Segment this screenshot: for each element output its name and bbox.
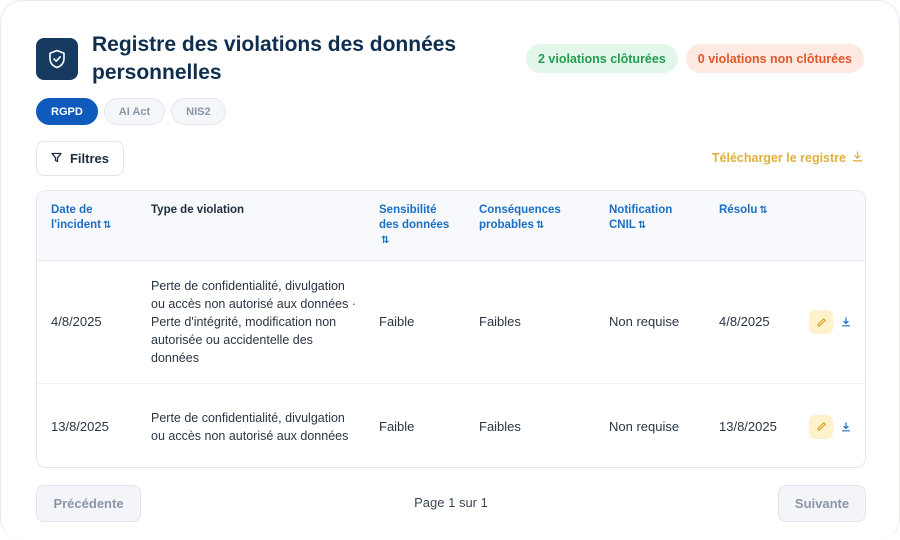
column-header-resolved[interactable]: Résolu ⇅ — [719, 203, 799, 218]
tab-ai-act[interactable]: AI Act — [103, 98, 166, 125]
violations-table: Date de l'incident ⇅ Type de violation Se… — [36, 190, 866, 468]
column-header-type: Type de violation — [151, 204, 245, 216]
cell-sensitivity: Faible — [379, 314, 415, 329]
download-icon — [841, 421, 851, 431]
cell-notification: Non requise — [609, 418, 680, 434]
status-badges: 2 violations clôturées 0 violations non … — [525, 44, 864, 73]
table-row: 13/8/2025 Perte de confidentialité, divu… — [37, 384, 865, 467]
page-title: Registre des violations des données pers… — [92, 33, 457, 84]
shield-check-icon — [36, 38, 78, 80]
closed-violations-badge: 2 violations clôturées — [525, 44, 678, 73]
cell-date: 13/8/2025 — [51, 418, 109, 434]
table-header: Date de l'incident ⇅ Type de violation Se… — [37, 191, 865, 261]
sort-arrows-icon: ⇅ — [103, 220, 112, 231]
pencil-icon — [816, 422, 826, 431]
filter-icon — [51, 151, 62, 166]
pencil-icon — [816, 317, 826, 327]
cell-date: 4/8/2025 — [51, 314, 102, 329]
download-icon — [852, 151, 863, 165]
tab-rgpd[interactable]: RGPD — [36, 98, 98, 125]
cell-resolved: 4/8/2025 — [719, 314, 770, 329]
cell-resolved: 13/8/2025 — [719, 418, 777, 434]
sort-arrows-icon: ⇅ — [637, 220, 647, 231]
cell-type: Perte de confidentialité, divulgation ou… — [151, 279, 356, 365]
violations-register-card: Registre des violations des données pers… — [0, 0, 900, 540]
filters-label: Filtres — [69, 151, 109, 166]
filters-button[interactable]: Filtres — [36, 141, 124, 176]
pagination: Précédente Page 1 sur 1 Suivante — [36, 485, 866, 522]
column-header-notification[interactable]: Notification CNIL ⇅ — [609, 203, 699, 233]
sort-arrows-icon: ⇅ — [535, 220, 545, 231]
regulation-tabs: RGPD AI Act NIS2 — [36, 98, 226, 125]
download-row-button[interactable] — [839, 420, 853, 434]
column-header-consequences[interactable]: Conséquences probables ⇅ — [479, 203, 589, 233]
download-row-button[interactable] — [839, 315, 853, 329]
page-header: Registre des violations des données pers… — [36, 31, 864, 91]
column-header-sensitivity[interactable]: Sensibilité des données ⇅ — [379, 203, 459, 248]
open-violations-badge: 0 violations non clôturées — [685, 44, 864, 73]
cell-consequences: Faibles — [479, 418, 521, 434]
sort-arrows-icon: ⇅ — [381, 235, 390, 246]
tab-nis2[interactable]: NIS2 — [171, 98, 226, 125]
next-page-button[interactable]: Suivante — [778, 485, 866, 522]
download-register-link[interactable]: Télécharger le registre — [712, 151, 863, 165]
cell-sensitivity: Faible — [379, 418, 415, 434]
sort-arrows-icon: ⇅ — [759, 205, 768, 216]
edit-button[interactable] — [809, 310, 833, 334]
page-indicator: Page 1 sur 1 — [414, 495, 488, 510]
cell-consequences: Faibles — [479, 314, 521, 329]
edit-button[interactable] — [809, 414, 833, 439]
table-row: 4/8/2025 Perte de confidentialité, divul… — [37, 261, 865, 384]
cell-notification: Non requise — [609, 314, 680, 329]
download-icon — [841, 317, 851, 327]
cell-type: Perte de confidentialité, divulgation ou… — [151, 410, 349, 443]
column-header-date[interactable]: Date de l'incident ⇅ — [51, 203, 131, 233]
download-register-label: Télécharger le registre — [711, 151, 846, 165]
